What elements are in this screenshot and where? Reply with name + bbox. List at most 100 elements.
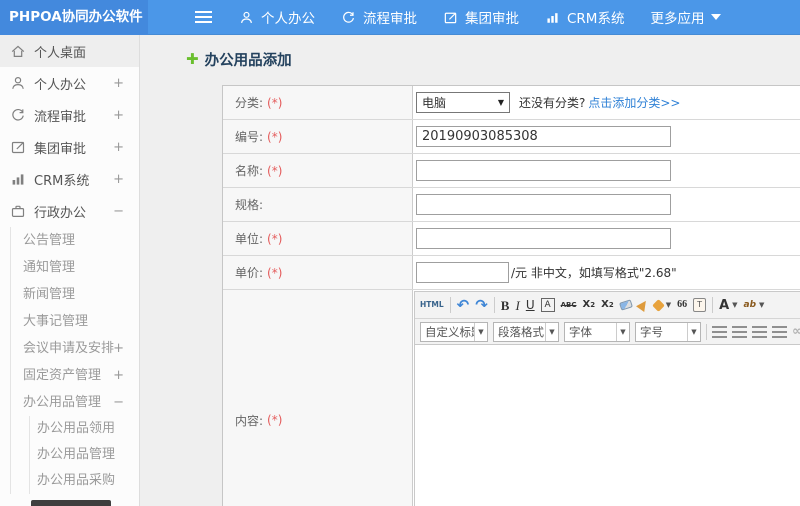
select-label: 字号 — [640, 324, 663, 339]
nav-label: 集团审批 — [465, 11, 519, 27]
sidebar-item-label: 个人桌面 — [34, 45, 87, 61]
nav-process-approval[interactable]: 流程审批 — [341, 7, 417, 27]
sidebar-item-meeting-request[interactable]: 会议申请及安排 + — [11, 335, 139, 362]
link-icon[interactable]: ∞ — [792, 324, 800, 339]
process-icon — [341, 10, 356, 25]
label-text: 名称: — [235, 164, 264, 178]
category-select[interactable]: 电脑 ▼ — [416, 92, 510, 113]
html-source-button[interactable]: HTML — [420, 301, 444, 309]
sidebar-item-partially-visible[interactable] — [31, 500, 111, 506]
number-input[interactable] — [416, 126, 671, 147]
required-mark: (*) — [267, 163, 283, 178]
caret-down-icon: ▼ — [616, 322, 629, 341]
expand-plus-icon[interactable]: + — [113, 108, 124, 123]
field-value: /元 非中文，如填写格式"2.68" — [413, 256, 800, 289]
sidebar-item-personal-desktop[interactable]: 个人桌面 — [0, 35, 139, 67]
expand-plus-icon[interactable]: + — [113, 140, 124, 155]
field-label: 分类: (*) — [223, 86, 413, 119]
sidebar-item-supplies-requisition[interactable]: 办公用品领用 — [30, 416, 139, 442]
sub-item-label: 固定资产管理 — [23, 368, 102, 383]
nav-more-apps[interactable]: 更多应用 — [650, 7, 722, 27]
blockquote-button[interactable]: 66 — [677, 300, 687, 310]
sidebar-item-group-approval[interactable]: 集团审批 + — [0, 131, 139, 163]
sidebar-item-notice-mgmt[interactable]: 通知管理 — [11, 254, 139, 281]
redo-button[interactable]: ↷ — [475, 297, 488, 313]
toolbar-separator — [706, 323, 707, 340]
sidebar-item-admin-office[interactable]: 行政办公 − — [0, 195, 139, 227]
sub-item-label: 公告管理 — [23, 233, 76, 248]
sidebar-item-crm-system[interactable]: CRM系统 + — [0, 163, 139, 195]
sidebar-item-memorabilia-mgmt[interactable]: 大事记管理 — [11, 308, 139, 335]
format-brush-button[interactable] — [635, 298, 650, 312]
nav-personal-office[interactable]: 个人办公 — [239, 7, 315, 27]
paste-text-button[interactable]: T — [693, 298, 707, 312]
sub-item-label: 会议申请及安排 — [23, 341, 115, 356]
highlight-color-button[interactable]: ab ▼ — [743, 299, 765, 310]
form-row-number: 编号: (*) — [223, 120, 800, 154]
add-category-link[interactable]: 点击添加分类>> — [588, 94, 680, 111]
sidebar-item-supplies-purchase[interactable]: 办公用品采购 — [30, 468, 139, 494]
underline-button[interactable]: U — [526, 299, 535, 311]
required-mark: (*) — [267, 231, 283, 246]
nav-group-approval[interactable]: 集团审批 — [443, 7, 519, 27]
sidebar-item-fixed-assets-mgmt[interactable]: 固定资产管理 + — [11, 362, 139, 389]
form-row-category: 分类: (*) 电脑 ▼ 还没有分类? 点击添加分类>> — [223, 86, 800, 120]
eraser-button[interactable] — [618, 299, 633, 311]
expand-plus-icon[interactable]: + — [113, 335, 124, 362]
hamburger-menu-icon[interactable] — [195, 11, 212, 23]
align-right-icon[interactable] — [752, 325, 767, 338]
sidebar-item-label: 个人办公 — [34, 77, 87, 93]
align-left-icon[interactable] — [712, 325, 727, 338]
toolbar-separator — [712, 297, 714, 313]
form-row-content: 内容: (*) HTML ↶ ↷ B I U A ABC X 2 X 2 ▼ 6… — [223, 290, 800, 506]
price-input[interactable] — [416, 262, 509, 283]
custom-title-select[interactable]: 自定义标题 ▼ — [420, 321, 488, 342]
bold-button[interactable]: B — [501, 299, 510, 312]
sidebar-item-personal-office[interactable]: 个人办公 + — [0, 67, 139, 99]
nav-crm-system[interactable]: CRM系统 — [545, 7, 624, 27]
sidebar-item-process-approval[interactable]: 流程审批 + — [0, 99, 139, 131]
superscript-button[interactable]: X2 — [583, 300, 596, 310]
field-label: 编号: (*) — [223, 120, 413, 153]
editor-content-area[interactable] — [415, 345, 800, 506]
highlight-glyph: ab — [743, 299, 757, 310]
sub-item-label: 办公用品管理 — [23, 395, 102, 410]
spec-input[interactable] — [416, 194, 671, 215]
collapse-minus-icon[interactable]: − — [113, 204, 124, 219]
subscript-button[interactable]: X2 — [601, 300, 614, 310]
sidebar-item-office-supplies-mgmt[interactable]: 办公用品管理 − — [11, 389, 139, 416]
edit-icon — [443, 10, 458, 25]
field-value — [413, 120, 800, 153]
caret-down-icon: ▼ — [474, 322, 487, 341]
undo-button[interactable]: ↶ — [457, 297, 470, 313]
label-text: 单价: — [235, 266, 264, 280]
align-justify-icon[interactable] — [772, 325, 787, 338]
nav-label: 更多应用 — [650, 11, 705, 27]
expand-plus-icon[interactable]: + — [113, 76, 124, 91]
auto-typeset-button[interactable]: ▼ — [651, 298, 671, 312]
font-border-button[interactable]: A — [540, 298, 555, 312]
paragraph-format-select[interactable]: 段落格式 ▼ — [493, 321, 559, 342]
label-text: 分类: — [235, 96, 264, 110]
strikethrough-button[interactable]: ABC — [561, 301, 577, 309]
font-size-select[interactable]: 字号 ▼ — [635, 321, 701, 342]
brush-icon — [635, 298, 650, 312]
sidebar-item-supplies-management[interactable]: 办公用品管理 — [30, 442, 139, 468]
collapse-minus-icon[interactable]: − — [113, 389, 124, 416]
editor-toolbar-row2: 自定义标题 ▼ 段落格式 ▼ 字体 ▼ 字号 ▼ — [415, 319, 800, 345]
add-icon: ✚ — [186, 50, 199, 68]
chart-icon — [545, 10, 560, 25]
unit-input[interactable] — [416, 228, 671, 249]
sidebar-item-announcement-mgmt[interactable]: 公告管理 — [11, 227, 139, 254]
name-input[interactable] — [416, 160, 671, 181]
expand-plus-icon[interactable]: + — [113, 172, 124, 187]
field-label: 规格: — [223, 188, 413, 221]
font-color-button[interactable]: A ▼ — [719, 299, 737, 312]
select-label: 字体 — [569, 324, 592, 339]
font-family-select[interactable]: 字体 ▼ — [564, 321, 630, 342]
page-title: ✚ 办公用品添加 — [186, 49, 292, 70]
sidebar-item-news-mgmt[interactable]: 新闻管理 — [11, 281, 139, 308]
expand-plus-icon[interactable]: + — [113, 362, 124, 389]
align-center-icon[interactable] — [732, 325, 747, 338]
italic-button[interactable]: I — [515, 299, 519, 312]
